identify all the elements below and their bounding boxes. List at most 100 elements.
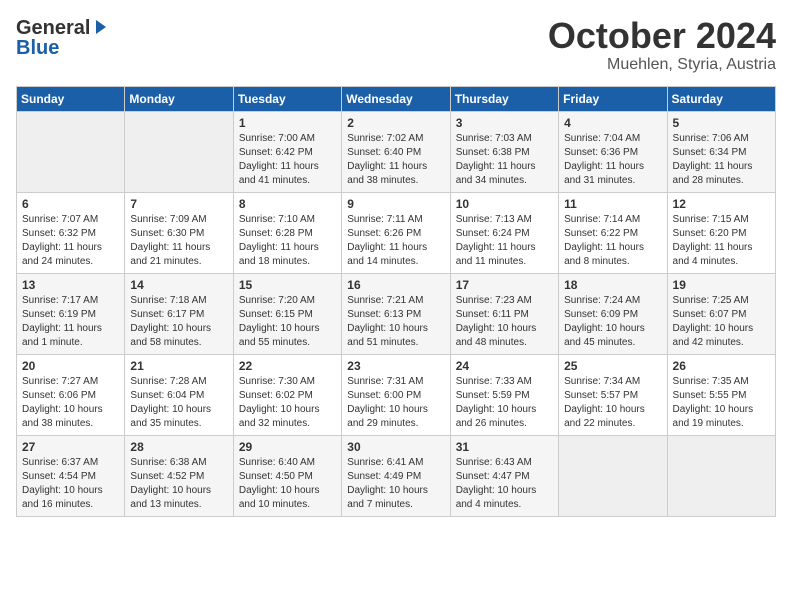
day-number: 6 [22, 197, 119, 211]
day-number: 16 [347, 278, 444, 292]
calendar-cell: 27Sunrise: 6:37 AM Sunset: 4:54 PM Dayli… [17, 435, 125, 516]
calendar-cell: 21 Sunrise: 7:28 AM Sunset: 6:04 PM Dayli… [125, 354, 233, 435]
calendar-cell: 15 Sunrise: 7:20 AM Sunset: 6:15 PM Dayli… [233, 273, 341, 354]
calendar-cell: 17Sunrise: 7:23 AM Sunset: 6:11 PM Dayli… [450, 273, 558, 354]
day-number: 26 [673, 359, 770, 373]
weekday-header: Saturday [667, 86, 775, 111]
day-info: Sunrise: 7:09 AM Sunset: 6:30 PM Dayligh… [130, 213, 227, 269]
calendar-cell: 1 Sunrise: 7:00 AM Sunset: 6:42 PM Daylig… [233, 111, 341, 192]
calendar-title: October 2024 [548, 16, 776, 56]
day-number: 13 [22, 278, 119, 292]
calendar-cell: 20 Sunrise: 7:27 AM Sunset: 6:06 PM Dayli… [17, 354, 125, 435]
calendar-cell: 31 Sunrise: 6:43 AM Sunset: 4:47 PM Dayli… [450, 435, 558, 516]
calendar-cell: 24 Sunrise: 7:33 AM Sunset: 5:59 PM Dayli… [450, 354, 558, 435]
logo: General Blue [16, 16, 108, 60]
calendar-cell: 23 Sunrise: 7:31 AM Sunset: 6:00 PM Dayli… [342, 354, 450, 435]
day-number: 7 [130, 197, 227, 211]
day-info: Sunrise: 6:37 AM Sunset: 4:54 PM Dayligh… [22, 456, 119, 512]
day-number: 31 [456, 440, 553, 454]
calendar-cell: 3Sunrise: 7:03 AM Sunset: 6:38 PM Daylig… [450, 111, 558, 192]
day-number: 3 [456, 116, 553, 130]
day-info: Sunrise: 6:41 AM Sunset: 4:49 PM Dayligh… [347, 456, 444, 512]
calendar-cell: 7 Sunrise: 7:09 AM Sunset: 6:30 PM Daylig… [125, 192, 233, 273]
weekday-header: Sunday [17, 86, 125, 111]
calendar-cell [559, 435, 667, 516]
day-info: Sunrise: 7:15 AM Sunset: 6:20 PM Dayligh… [673, 213, 770, 269]
day-number: 4 [564, 116, 661, 130]
day-number: 25 [564, 359, 661, 373]
calendar-cell: 2Sunrise: 7:02 AM Sunset: 6:40 PM Daylig… [342, 111, 450, 192]
day-info: Sunrise: 7:04 AM Sunset: 6:36 PM Dayligh… [564, 132, 661, 188]
day-info: Sunrise: 7:30 AM Sunset: 6:02 PM Dayligh… [239, 375, 336, 431]
calendar-cell: 14Sunrise: 7:18 AM Sunset: 6:17 PM Dayli… [125, 273, 233, 354]
calendar-cell: 26 Sunrise: 7:35 AM Sunset: 5:55 PM Dayli… [667, 354, 775, 435]
logo-arrow-icon [92, 20, 108, 41]
day-info: Sunrise: 7:11 AM Sunset: 6:26 PM Dayligh… [347, 213, 444, 269]
calendar-cell: 19 Sunrise: 7:25 AM Sunset: 6:07 PM Dayli… [667, 273, 775, 354]
day-number: 1 [239, 116, 336, 130]
calendar-cell [125, 111, 233, 192]
calendar-cell: 28Sunrise: 6:38 AM Sunset: 4:52 PM Dayli… [125, 435, 233, 516]
weekday-header: Tuesday [233, 86, 341, 111]
day-info: Sunrise: 7:02 AM Sunset: 6:40 PM Dayligh… [347, 132, 444, 188]
calendar-table: SundayMondayTuesdayWednesdayThursdayFrid… [16, 86, 776, 517]
calendar-row: 27Sunrise: 6:37 AM Sunset: 4:54 PM Dayli… [17, 435, 776, 516]
calendar-cell: 18Sunrise: 7:24 AM Sunset: 6:09 PM Dayli… [559, 273, 667, 354]
day-info: Sunrise: 7:25 AM Sunset: 6:07 PM Dayligh… [673, 294, 770, 350]
day-number: 29 [239, 440, 336, 454]
calendar-cell: 30 Sunrise: 6:41 AM Sunset: 4:49 PM Dayli… [342, 435, 450, 516]
day-number: 11 [564, 197, 661, 211]
calendar-cell: 5Sunrise: 7:06 AM Sunset: 6:34 PM Daylig… [667, 111, 775, 192]
weekday-header: Thursday [450, 86, 558, 111]
calendar-cell: 9Sunrise: 7:11 AM Sunset: 6:26 PM Daylig… [342, 192, 450, 273]
day-info: Sunrise: 7:13 AM Sunset: 6:24 PM Dayligh… [456, 213, 553, 269]
calendar-row: 1 Sunrise: 7:00 AM Sunset: 6:42 PM Daylig… [17, 111, 776, 192]
calendar-cell: 4 Sunrise: 7:04 AM Sunset: 6:36 PM Daylig… [559, 111, 667, 192]
day-number: 24 [456, 359, 553, 373]
day-info: Sunrise: 7:33 AM Sunset: 5:59 PM Dayligh… [456, 375, 553, 431]
day-number: 10 [456, 197, 553, 211]
calendar-subtitle: Muehlen, Styria, Austria [548, 56, 776, 74]
day-number: 15 [239, 278, 336, 292]
day-info: Sunrise: 7:00 AM Sunset: 6:42 PM Dayligh… [239, 132, 336, 188]
weekday-header: Wednesday [342, 86, 450, 111]
day-number: 14 [130, 278, 227, 292]
day-number: 21 [130, 359, 227, 373]
calendar-row: 6 Sunrise: 7:07 AM Sunset: 6:32 PM Daylig… [17, 192, 776, 273]
calendar-cell: 22Sunrise: 7:30 AM Sunset: 6:02 PM Dayli… [233, 354, 341, 435]
day-info: Sunrise: 6:40 AM Sunset: 4:50 PM Dayligh… [239, 456, 336, 512]
calendar-cell: 10 Sunrise: 7:13 AM Sunset: 6:24 PM Dayli… [450, 192, 558, 273]
calendar-cell: 16Sunrise: 7:21 AM Sunset: 6:13 PM Dayli… [342, 273, 450, 354]
calendar-cell: 11 Sunrise: 7:14 AM Sunset: 6:22 PM Dayli… [559, 192, 667, 273]
day-info: Sunrise: 7:20 AM Sunset: 6:15 PM Dayligh… [239, 294, 336, 350]
day-number: 12 [673, 197, 770, 211]
calendar-cell: 29 Sunrise: 6:40 AM Sunset: 4:50 PM Dayli… [233, 435, 341, 516]
day-number: 17 [456, 278, 553, 292]
day-info: Sunrise: 7:07 AM Sunset: 6:32 PM Dayligh… [22, 213, 119, 269]
day-info: Sunrise: 7:14 AM Sunset: 6:22 PM Dayligh… [564, 213, 661, 269]
page-header: General Blue October 2024 Muehlen, Styri… [16, 16, 776, 74]
day-number: 23 [347, 359, 444, 373]
day-number: 19 [673, 278, 770, 292]
day-number: 20 [22, 359, 119, 373]
calendar-row: 13Sunrise: 7:17 AM Sunset: 6:19 PM Dayli… [17, 273, 776, 354]
calendar-cell: 25Sunrise: 7:34 AM Sunset: 5:57 PM Dayli… [559, 354, 667, 435]
calendar-cell: 8Sunrise: 7:10 AM Sunset: 6:28 PM Daylig… [233, 192, 341, 273]
calendar-cell: 13Sunrise: 7:17 AM Sunset: 6:19 PM Dayli… [17, 273, 125, 354]
day-info: Sunrise: 7:27 AM Sunset: 6:06 PM Dayligh… [22, 375, 119, 431]
title-block: October 2024 Muehlen, Styria, Austria [548, 16, 776, 74]
calendar-header-row: SundayMondayTuesdayWednesdayThursdayFrid… [17, 86, 776, 111]
calendar-row: 20 Sunrise: 7:27 AM Sunset: 6:06 PM Dayli… [17, 354, 776, 435]
day-info: Sunrise: 6:43 AM Sunset: 4:47 PM Dayligh… [456, 456, 553, 512]
day-info: Sunrise: 7:35 AM Sunset: 5:55 PM Dayligh… [673, 375, 770, 431]
weekday-header: Friday [559, 86, 667, 111]
day-info: Sunrise: 7:10 AM Sunset: 6:28 PM Dayligh… [239, 213, 336, 269]
day-info: Sunrise: 7:24 AM Sunset: 6:09 PM Dayligh… [564, 294, 661, 350]
logo-blue-text: Blue [16, 37, 59, 60]
day-number: 30 [347, 440, 444, 454]
day-info: Sunrise: 7:28 AM Sunset: 6:04 PM Dayligh… [130, 375, 227, 431]
calendar-cell [667, 435, 775, 516]
calendar-cell: 6 Sunrise: 7:07 AM Sunset: 6:32 PM Daylig… [17, 192, 125, 273]
day-info: Sunrise: 7:31 AM Sunset: 6:00 PM Dayligh… [347, 375, 444, 431]
weekday-header: Monday [125, 86, 233, 111]
